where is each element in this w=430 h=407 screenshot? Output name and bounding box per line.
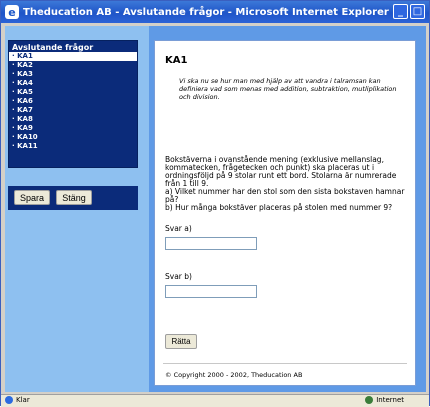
- question-text: Bokstäverna i ovanstående mening (exklus…: [165, 155, 405, 212]
- nav-list: · KA1 · KA2 · KA3 · KA4 · KA5 · KA6 · KA…: [9, 52, 137, 151]
- status-left: Klar: [5, 396, 30, 404]
- left-panel: Avslutande frågor · KA1 · KA2 · KA3 · KA…: [5, 26, 149, 392]
- nav-item-ka11[interactable]: · KA11: [9, 142, 137, 151]
- answer-b-input[interactable]: [165, 285, 257, 298]
- copyright-text: © Copyright 2000 - 2002, Theducation AB: [165, 371, 303, 379]
- browser-window: e Theducation AB - Avslutande frågor - M…: [0, 0, 430, 407]
- nav-item-ka10[interactable]: · KA10: [9, 133, 137, 142]
- ie-icon: e: [5, 5, 19, 19]
- status-bar: Klar Internet: [1, 394, 429, 407]
- page-icon: [5, 396, 13, 404]
- divider: [163, 363, 407, 364]
- nav-title: Avslutande frågor: [12, 43, 94, 52]
- nav-item-ka3[interactable]: · KA3: [9, 70, 137, 79]
- status-text: Klar: [16, 396, 30, 404]
- nav-item-ka2[interactable]: · KA2: [9, 61, 137, 70]
- nav-item-ka8[interactable]: · KA8: [9, 115, 137, 124]
- close-button[interactable]: Stäng: [56, 190, 92, 205]
- status-zone: Internet: [365, 396, 404, 404]
- answer-a-label: Svar a): [165, 224, 192, 233]
- nav-item-ka1[interactable]: · KA1: [9, 52, 137, 61]
- question-heading: KA1: [165, 55, 188, 66]
- question-nav: Avslutande frågor · KA1 · KA2 · KA3 · KA…: [8, 40, 138, 168]
- nav-button-bar: Spara Stäng: [8, 186, 138, 210]
- page-content: Avslutande frågor · KA1 · KA2 · KA3 · KA…: [5, 26, 426, 392]
- intro-text: Vi ska nu se hur man med hjälp av att va…: [179, 77, 397, 101]
- title-bar[interactable]: e Theducation AB - Avslutande frågor - M…: [1, 1, 429, 23]
- nav-item-ka9[interactable]: · KA9: [9, 124, 137, 133]
- answer-a-input[interactable]: [165, 237, 257, 250]
- zone-text: Internet: [376, 396, 404, 404]
- maximize-button[interactable]: □: [410, 4, 425, 19]
- nav-item-ka4[interactable]: · KA4: [9, 79, 137, 88]
- answer-b-label: Svar b): [165, 272, 192, 281]
- question-panel: KA1 Vi ska nu se hur man med hjälp av at…: [154, 40, 416, 386]
- check-answer-button[interactable]: Rätta: [165, 334, 197, 349]
- nav-item-ka7[interactable]: · KA7: [9, 106, 137, 115]
- save-button[interactable]: Spara: [14, 190, 50, 205]
- window-title: Theducation AB - Avslutande frågor - Mic…: [23, 6, 389, 18]
- nav-item-ka6[interactable]: · KA6: [9, 97, 137, 106]
- window-controls: _ □: [393, 4, 425, 19]
- globe-icon: [365, 396, 374, 404]
- minimize-button[interactable]: _: [393, 4, 408, 19]
- nav-item-ka5[interactable]: · KA5: [9, 88, 137, 97]
